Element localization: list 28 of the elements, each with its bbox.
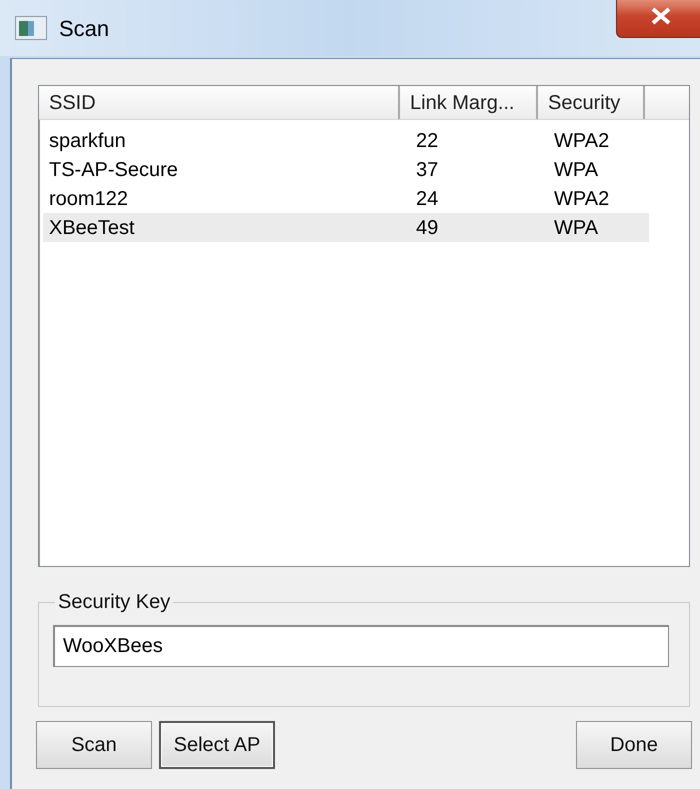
select-ap-button[interactable]: Select AP <box>159 721 275 769</box>
column-header[interactable]: Link Marg... <box>400 86 538 119</box>
table-cell-text: 22 <box>415 128 440 154</box>
table-cell-text: WPA <box>553 158 600 182</box>
column-header[interactable]: SSID <box>39 86 400 119</box>
table-cell-text: 49 <box>415 216 440 240</box>
table-cell-text: XBeeTest <box>48 216 136 240</box>
group-label: Security Key <box>57 590 172 615</box>
table-cell-text: TS-AP-Secure <box>48 158 179 182</box>
table-cell-text: room122 <box>48 186 129 212</box>
table-cell-text: WPA2 <box>553 186 610 212</box>
network-row[interactable]: sparkfun 22 WPA2 <box>43 126 649 155</box>
network-row[interactable]: TS-AP-Secure 37 WPA <box>43 155 649 184</box>
scan-button[interactable]: Scan <box>36 721 152 769</box>
window-title: Scan <box>59 14 110 42</box>
table-cell-text: WPA <box>553 216 600 240</box>
table-cell-text: WPA2 <box>553 128 610 154</box>
table-cell-text: 37 <box>415 158 440 182</box>
window-icon <box>15 16 47 40</box>
close-button[interactable] <box>616 0 700 38</box>
security-key-field[interactable]: WooXBees <box>53 625 669 667</box>
done-button[interactable]: Done <box>576 721 692 769</box>
close-icon <box>650 7 672 25</box>
table-cell-text: 24 <box>415 186 440 212</box>
network-row[interactable]: room122 24 WPA2 <box>43 184 649 213</box>
network-row[interactable]: XBeeTest 49 WPA <box>43 213 649 242</box>
table-cell-text: sparkfun <box>48 128 127 154</box>
column-header[interactable]: Security <box>538 86 645 119</box>
